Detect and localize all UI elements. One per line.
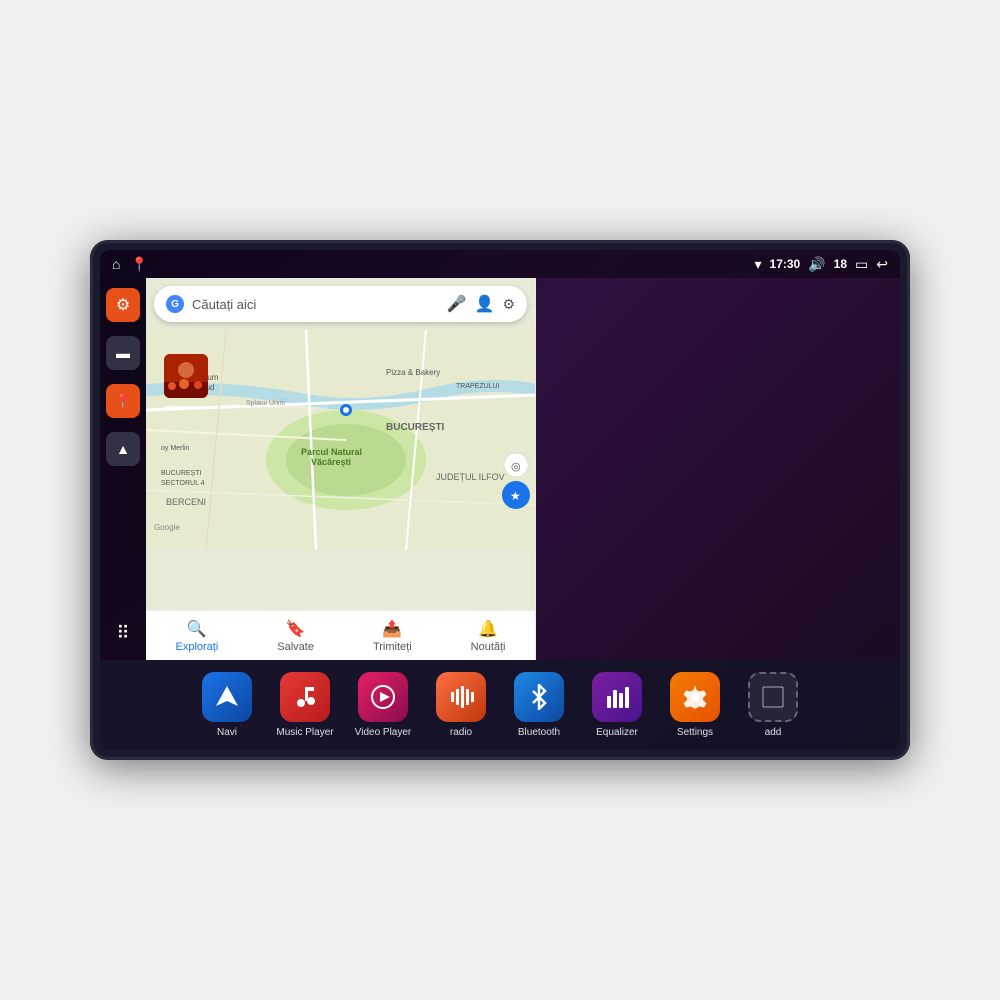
radio-icon-img	[436, 672, 486, 722]
svg-text:BERCENI: BERCENI	[166, 497, 206, 507]
wifi-icon: ▾	[755, 256, 762, 273]
music-thumb-art	[164, 354, 208, 398]
svg-text:SECTORUL 4: SECTORUL 4	[161, 480, 205, 487]
sidebar: ⚙ ▬ 📍 ▲ ⠿	[100, 278, 146, 660]
back-icon[interactable]: ↩	[876, 256, 888, 273]
app-icon-radio[interactable]: radio	[431, 672, 491, 738]
sidebar-maps-button[interactable]: 📍	[106, 384, 140, 418]
map-settings-icon[interactable]: ⚙	[502, 296, 515, 313]
main-content: ⚙ ▬ 📍 ▲ ⠿	[100, 278, 900, 660]
explore-icon: 🔍	[187, 619, 207, 639]
add-icon-img	[748, 672, 798, 722]
bluetooth-label: Bluetooth	[518, 727, 560, 738]
equalizer-label: Equalizer	[596, 727, 638, 738]
svg-text:JUDEȚUL ILFOV: JUDEȚUL ILFOV	[436, 472, 505, 482]
map-container[interactable]: G Căutați aici 🎤 👤 ⚙	[146, 278, 536, 660]
status-bar: ⌂ 📍 ▾ 17:30 🔊 18 ▭ ↩	[100, 250, 900, 278]
sidebar-apps-button[interactable]: ⠿	[106, 616, 140, 650]
map-search-bar[interactable]: G Căutați aici 🎤 👤 ⚙	[154, 286, 527, 322]
music-progress-bar[interactable]	[164, 406, 328, 409]
svg-text:Văcărești: Văcărești	[311, 457, 351, 467]
volume-icon: 🔊	[808, 256, 825, 273]
svg-text:BUCUREȘTI: BUCUREȘTI	[386, 422, 445, 433]
video-player-icon-img	[358, 672, 408, 722]
map-area: G Căutați aici 🎤 👤 ⚙	[146, 278, 900, 660]
map-news-button[interactable]: 🔔 Noutăți	[471, 619, 506, 653]
svg-text:TRAPEZULUI: TRAPEZULUI	[456, 383, 500, 390]
send-icon: 📤	[382, 619, 402, 639]
svg-text:Google: Google	[154, 523, 180, 532]
map-bottom-bar: 🔍 Explorați 🔖 Salvate 📤 Trimiteți	[146, 610, 535, 660]
status-left: ⌂ 📍	[112, 256, 148, 273]
music-player-label: Music Player	[276, 727, 333, 738]
map-saved-button[interactable]: 🔖 Salvate	[277, 619, 314, 653]
device: ⌂ 📍 ▾ 17:30 🔊 18 ▭ ↩ ⚙ ▬ 📍	[90, 240, 910, 760]
center-panel: G Căutați aici 🎤 👤 ⚙	[146, 278, 900, 660]
app-icon-add[interactable]: add	[743, 672, 803, 738]
account-icon[interactable]: 👤	[475, 294, 495, 314]
equalizer-icon-img	[592, 672, 642, 722]
app-dock: Navi Music Player	[100, 660, 900, 750]
radio-label: radio	[450, 727, 472, 738]
map-pin-icon: 📍	[114, 393, 131, 410]
sidebar-files-button[interactable]: ▬	[106, 336, 140, 370]
arrow-icon: ▲	[116, 441, 130, 457]
bluetooth-icon-img	[514, 672, 564, 722]
svg-text:BUCUREȘTI: BUCUREȘTI	[161, 470, 202, 477]
app-icon-bluetooth[interactable]: Bluetooth	[509, 672, 569, 738]
svg-text:Pizza & Bakery: Pizza & Bakery	[386, 368, 440, 377]
svg-text:◎: ◎	[511, 461, 521, 473]
app-icon-video-player[interactable]: Video Player	[353, 672, 413, 738]
music-thumbnail	[164, 354, 208, 398]
explore-label: Explorați	[175, 641, 218, 653]
app-icon-navi[interactable]: Navi	[197, 672, 257, 738]
app-icon-music-player[interactable]: Music Player	[275, 672, 335, 738]
battery-icon: ▭	[855, 256, 868, 273]
saved-label: Salvate	[277, 641, 314, 653]
mic-icon[interactable]: 🎤	[447, 294, 467, 314]
saved-icon: 🔖	[286, 619, 306, 639]
grid-icon: ⠿	[116, 623, 129, 644]
settings-icon: ⚙	[116, 295, 130, 315]
music-player-icon-img	[280, 672, 330, 722]
video-player-label: Video Player	[355, 727, 412, 738]
app-icon-equalizer[interactable]: Equalizer	[587, 672, 647, 738]
svg-text:★: ★	[510, 489, 521, 503]
map-send-button[interactable]: 📤 Trimiteți	[373, 619, 412, 653]
send-label: Trimiteți	[373, 641, 412, 653]
navi-icon-img	[202, 672, 252, 722]
maps-status-icon[interactable]: 📍	[130, 256, 147, 273]
google-maps-icon: G	[166, 295, 184, 313]
status-time: 17:30	[770, 257, 801, 271]
app-icon-settings[interactable]: Settings	[665, 672, 725, 738]
sidebar-settings-button[interactable]: ⚙	[106, 288, 140, 322]
music-progress-fill	[164, 406, 213, 409]
files-icon: ▬	[116, 345, 130, 361]
sidebar-nav-button[interactable]: ▲	[106, 432, 140, 466]
svg-text:oy Merlin: oy Merlin	[161, 445, 190, 452]
settings-label: Settings	[677, 727, 713, 738]
battery-level: 18	[834, 257, 847, 271]
navi-label: Navi	[217, 727, 237, 738]
screen: ⌂ 📍 ▾ 17:30 🔊 18 ▭ ↩ ⚙ ▬ 📍	[100, 250, 900, 750]
add-label: add	[765, 727, 782, 738]
svg-text:Parcul Natural: Parcul Natural	[301, 447, 362, 457]
map-explore-button[interactable]: 🔍 Explorați	[175, 619, 218, 653]
news-label: Noutăți	[471, 641, 506, 653]
home-icon[interactable]: ⌂	[112, 256, 120, 272]
map-search-input[interactable]: Căutați aici	[192, 297, 439, 312]
news-icon: 🔔	[478, 619, 498, 639]
settings-icon-img	[670, 672, 720, 722]
